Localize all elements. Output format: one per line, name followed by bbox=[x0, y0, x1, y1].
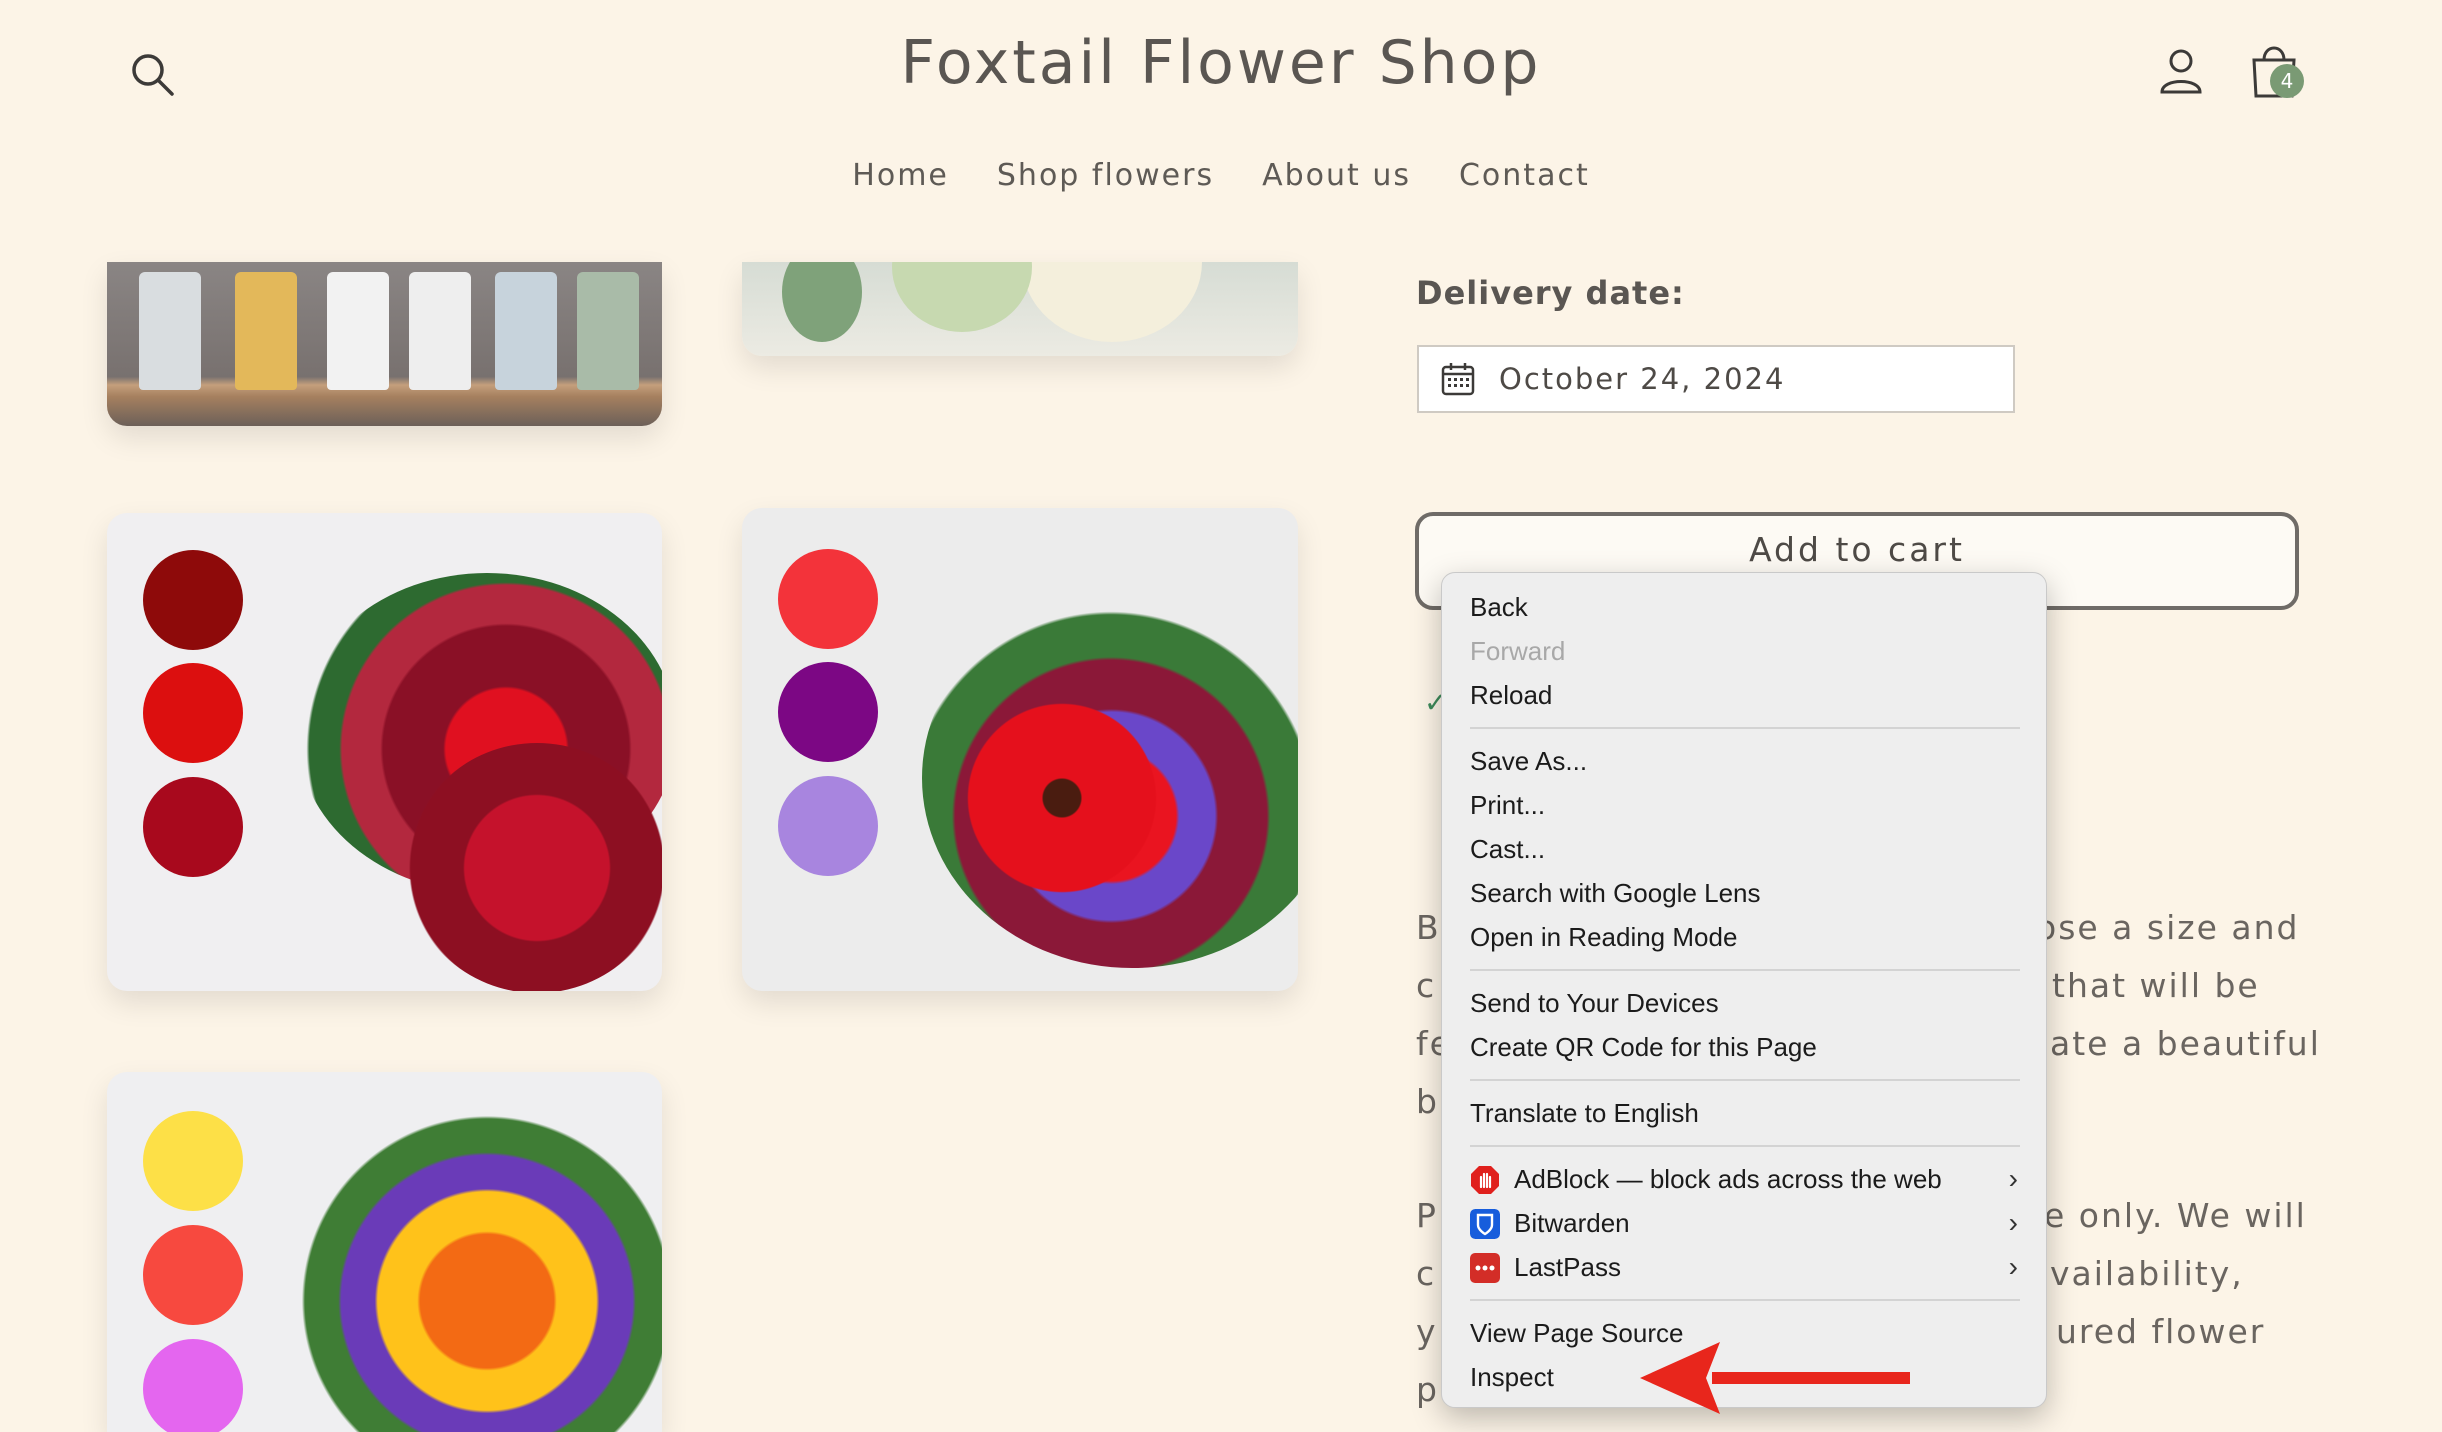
description-text: e only. We will bbox=[2044, 1196, 2307, 1235]
flower-shape bbox=[952, 688, 1172, 908]
calendar-icon bbox=[1441, 363, 1475, 396]
menu-item-label: Bitwarden bbox=[1514, 1208, 1630, 1238]
cart-count-badge: 4 bbox=[2270, 64, 2304, 98]
menu-item-translate[interactable]: Translate to English bbox=[1442, 1091, 2046, 1135]
menu-separator bbox=[1470, 1299, 2020, 1301]
menu-separator bbox=[1470, 1145, 2020, 1147]
vase-shape bbox=[139, 272, 201, 390]
menu-item-forward: Forward bbox=[1470, 636, 1566, 666]
color-swatch bbox=[778, 776, 878, 876]
menu-item-label: AdBlock — block ads across the web bbox=[1514, 1164, 1942, 1194]
nav-link-shop-flowers[interactable]: Shop flowers bbox=[997, 158, 1214, 193]
flower-shape bbox=[892, 262, 1032, 332]
product-image-white-roses[interactable] bbox=[742, 262, 1298, 356]
site-title[interactable]: Foxtail Flower Shop bbox=[0, 28, 2442, 98]
menu-item-send-to-devices[interactable]: Send to Your Devices bbox=[1442, 981, 2046, 1025]
menu-separator bbox=[1470, 1079, 2020, 1081]
vase-shape bbox=[327, 272, 389, 390]
menu-item-cast[interactable]: Cast... bbox=[1442, 827, 2046, 871]
description-text: ose a size and bbox=[2036, 908, 2300, 947]
vase-shape bbox=[409, 272, 471, 390]
flower-shape bbox=[1022, 262, 1202, 342]
color-swatch bbox=[143, 777, 243, 877]
menu-separator bbox=[1470, 727, 2020, 729]
bouquet-shape bbox=[267, 1092, 662, 1432]
chevron-right-icon: › bbox=[2008, 1163, 2018, 1194]
product-image-red-palette[interactable] bbox=[107, 513, 662, 991]
delivery-date-value: October 24, 2024 bbox=[1499, 362, 1786, 396]
color-swatch bbox=[143, 663, 243, 763]
bitwarden-icon bbox=[1470, 1209, 1500, 1239]
product-image-yellow-palette[interactable] bbox=[107, 1072, 662, 1432]
adblock-icon bbox=[1471, 1166, 1499, 1194]
color-swatch bbox=[143, 1111, 243, 1211]
menu-item-save-as[interactable]: Save As... bbox=[1442, 739, 2046, 783]
nav-link-home[interactable]: Home bbox=[852, 158, 949, 193]
description-text: c bbox=[1416, 1254, 1437, 1293]
menu-item-reload[interactable]: Reload bbox=[1442, 673, 2046, 717]
account-icon[interactable] bbox=[2156, 46, 2206, 96]
nav-link-about-us[interactable]: About us bbox=[1262, 158, 1411, 193]
color-swatch bbox=[143, 1225, 243, 1325]
description-text: y bbox=[1416, 1312, 1438, 1351]
nav-link-contact[interactable]: Contact bbox=[1459, 158, 1590, 193]
description-text: b bbox=[1416, 1082, 1439, 1121]
description-text: c bbox=[1416, 966, 1437, 1005]
delivery-date-input[interactable]: October 24, 2024 bbox=[1417, 345, 2015, 413]
color-swatch bbox=[143, 1339, 243, 1432]
product-image-purple-palette[interactable] bbox=[742, 508, 1298, 991]
description-text: p bbox=[1416, 1370, 1439, 1409]
description-text: vailability, bbox=[2050, 1254, 2244, 1293]
menu-separator bbox=[1470, 969, 2020, 971]
menu-item-reading-mode[interactable]: Open in Reading Mode bbox=[1442, 915, 2046, 959]
menu-item-lastpass[interactable]: LastPass › bbox=[1442, 1245, 2046, 1289]
menu-item-create-qr-code[interactable]: Create QR Code for this Page bbox=[1442, 1025, 2046, 1069]
vase-shape bbox=[235, 272, 297, 390]
menu-item-bitwarden[interactable]: Bitwarden › bbox=[1442, 1201, 2046, 1245]
description-text: ate a beautiful bbox=[2050, 1024, 2321, 1063]
menu-item-search-google-lens[interactable]: Search with Google Lens bbox=[1442, 871, 2046, 915]
browser-context-menu: Back Forward Reload Save As... Print... … bbox=[1441, 572, 2047, 1408]
color-swatch bbox=[778, 662, 878, 762]
color-swatch bbox=[778, 549, 878, 649]
leaf-shape bbox=[782, 262, 862, 342]
description-text: that will be bbox=[2052, 966, 2260, 1005]
delivery-date-label: Delivery date: bbox=[1416, 274, 1685, 312]
annotation-arrow-icon bbox=[1640, 1342, 1910, 1414]
color-swatch bbox=[143, 550, 243, 650]
menu-item-label: LastPass bbox=[1514, 1252, 1621, 1282]
description-text: ured flower bbox=[2056, 1312, 2266, 1351]
menu-item-adblock[interactable]: AdBlock — block ads across the web › bbox=[1442, 1157, 2046, 1201]
vase-shape bbox=[495, 272, 557, 390]
bouquet-shape bbox=[407, 743, 662, 991]
main-navigation: Home Shop flowers About us Contact bbox=[0, 158, 2442, 193]
chevron-right-icon: › bbox=[2008, 1251, 2018, 1282]
menu-item-print[interactable]: Print... bbox=[1442, 783, 2046, 827]
menu-item-back[interactable]: Back bbox=[1442, 585, 2046, 629]
product-image-vases[interactable] bbox=[107, 262, 662, 426]
chevron-right-icon: › bbox=[2008, 1207, 2018, 1238]
vase-shape bbox=[577, 272, 639, 390]
lastpass-icon bbox=[1470, 1253, 1500, 1283]
